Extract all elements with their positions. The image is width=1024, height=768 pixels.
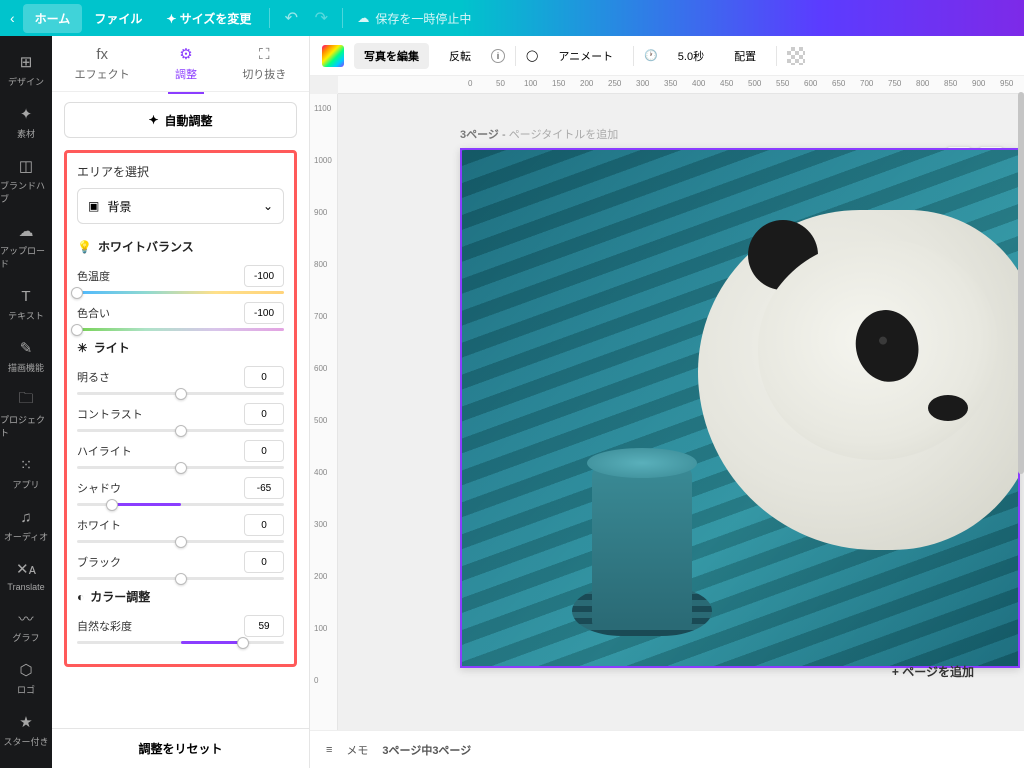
separator xyxy=(269,8,270,28)
slider-temperature[interactable]: 色温度-100 xyxy=(77,265,284,294)
file-button[interactable]: ファイル xyxy=(82,4,154,33)
rail-icon: ✕ᴀ xyxy=(16,559,36,579)
rail-item[interactable]: ⊞デザイン xyxy=(0,44,52,96)
rail-icon: ⊞ xyxy=(16,52,36,72)
background-icon: ▣ xyxy=(88,199,99,213)
rail-item[interactable]: 〰グラフ xyxy=(0,600,52,652)
drop-icon: ◐ xyxy=(77,590,84,604)
slider-contrast[interactable]: コントラスト0 xyxy=(77,403,284,432)
animate-icon: ◯ xyxy=(526,49,538,62)
rail-icon: 〰 xyxy=(16,608,36,628)
rail-item[interactable]: ◫ブランドハブ xyxy=(0,148,52,213)
rail-item[interactable]: ★スター付き xyxy=(0,704,52,756)
transparency-icon[interactable] xyxy=(787,47,805,65)
rail-item[interactable]: ♫オーディオ xyxy=(0,499,52,551)
rail-icon: 🗀 xyxy=(16,390,36,410)
side-rail: ⊞デザイン✦素材◫ブランドハブ☁アップロードTテキスト✎描画機能🗀プロジェクト⁙… xyxy=(0,36,52,768)
undo-icon[interactable]: ↶ xyxy=(276,8,306,28)
slider-highlight[interactable]: ハイライト0 xyxy=(77,440,284,469)
adjust-panel: fxエフェクト ⚙調整 ⛶切り抜き ✦自動調整 エリアを選択 ▣背景 ⌄ 💡ホワ… xyxy=(52,36,310,768)
page-title-row[interactable]: 3ページ - ページタイトルを追加 xyxy=(460,126,1020,142)
flip-button[interactable]: 反転 xyxy=(439,43,481,69)
clock-icon: 🕐 xyxy=(644,49,658,62)
rail-item[interactable]: ⬡ロゴ xyxy=(0,652,52,704)
back-icon[interactable]: ‹ xyxy=(10,10,15,26)
info-icon[interactable]: i xyxy=(491,49,505,63)
effect-icon: fx xyxy=(96,46,108,63)
cloud-icon: ☁ xyxy=(357,11,369,25)
tab-effect[interactable]: fxエフェクト xyxy=(63,40,142,88)
slider-white[interactable]: ホワイト0 xyxy=(77,514,284,543)
add-page-button[interactable]: + ページを追加 xyxy=(892,663,974,680)
panel-tabs: fxエフェクト ⚙調整 ⛶切り抜き xyxy=(52,36,309,92)
separator xyxy=(776,46,777,66)
position-button[interactable]: 配置 xyxy=(724,43,766,69)
topbar: ‹ ホーム ファイル ✦ サイズを変更 ↶ ↷ ☁保存を一時停止中 xyxy=(0,0,1024,36)
edit-photo-button[interactable]: 写真を編集 xyxy=(354,43,429,69)
canvas-image[interactable] xyxy=(462,150,1018,666)
light-title: ☀ライト xyxy=(77,339,284,356)
separator xyxy=(515,46,516,66)
page-canvas[interactable] xyxy=(460,148,1020,668)
rail-icon: T xyxy=(16,286,36,306)
resize-button[interactable]: ✦ サイズを変更 xyxy=(154,4,263,33)
crop-icon: ⛶ xyxy=(259,46,270,63)
tab-adjust[interactable]: ⚙調整 xyxy=(163,39,209,88)
whitebalance-title: 💡ホワイトバランス xyxy=(77,238,284,255)
page-counter[interactable]: 3ページ中3ページ xyxy=(382,742,471,758)
rail-item[interactable]: ☁アップロード xyxy=(0,213,52,278)
rail-icon: ⬡ xyxy=(16,660,36,680)
home-button[interactable]: ホーム xyxy=(23,4,83,33)
rail-icon: ✦ xyxy=(16,104,36,124)
slider-tint[interactable]: 色合い-100 xyxy=(77,302,284,331)
rail-item[interactable]: 🗀プロジェクト xyxy=(0,382,52,447)
memo-icon[interactable]: ≡ xyxy=(326,744,332,756)
separator xyxy=(342,8,343,28)
reset-adjust-button[interactable]: 調整をリセット xyxy=(52,728,309,768)
separator xyxy=(633,46,634,66)
panel-scrollbar[interactable] xyxy=(1018,92,1024,728)
sun-icon: ☀ xyxy=(77,341,88,355)
redo-icon[interactable]: ↷ xyxy=(306,8,336,28)
rail-item[interactable]: ⁙アプリ xyxy=(0,447,52,499)
auto-adjust-button[interactable]: ✦自動調整 xyxy=(64,102,297,138)
rail-icon: ☁ xyxy=(16,221,36,241)
canvas-workspace[interactable]: 0501001502002503003504004505005506006507… xyxy=(310,76,1024,730)
canvas-toolbar: 写真を編集 反転 i ◯ アニメート 🕐 5.0秒 配置 xyxy=(310,36,1024,76)
rail-icon: ★ xyxy=(16,712,36,732)
color-picker-button[interactable] xyxy=(322,45,344,67)
slider-brightness[interactable]: 明るさ0 xyxy=(77,366,284,395)
color-title: ◐カラー調整 xyxy=(77,588,284,605)
sparkle-icon: ✦ xyxy=(148,113,158,127)
animate-button[interactable]: アニメート xyxy=(548,43,623,69)
rail-icon: ◫ xyxy=(16,156,36,176)
canvas-area: 写真を編集 反転 i ◯ アニメート 🕐 5.0秒 配置 05010015020… xyxy=(310,36,1024,768)
rail-item[interactable]: ✕ᴀTranslate xyxy=(0,551,52,600)
tab-crop[interactable]: ⛶切り抜き xyxy=(230,40,298,88)
duration-button[interactable]: 5.0秒 xyxy=(668,43,714,69)
slider-vibrance[interactable]: 自然な彩度59 xyxy=(77,615,284,644)
slider-black[interactable]: ブラック0 xyxy=(77,551,284,580)
rail-icon: ♫ xyxy=(16,507,36,527)
save-status: ☁保存を一時停止中 xyxy=(357,10,471,27)
adjust-controls-highlight: エリアを選択 ▣背景 ⌄ 💡ホワイトバランス 色温度-100 色合い-100 ☀… xyxy=(64,150,297,667)
ruler-horizontal: 0501001502002503003504004505005506006507… xyxy=(338,76,1024,94)
rail-item[interactable]: ✎描画機能 xyxy=(0,330,52,382)
adjust-icon: ⚙ xyxy=(179,45,192,63)
area-select[interactable]: ▣背景 ⌄ xyxy=(77,188,284,224)
canvas-footer: ≡ メモ 3ページ中3ページ xyxy=(310,730,1024,768)
ruler-vertical: 110010009008007006005004003002001000 xyxy=(310,94,338,730)
memo-button[interactable]: メモ xyxy=(346,742,368,758)
slider-shadow[interactable]: シャドウ-65 xyxy=(77,477,284,506)
chevron-down-icon: ⌄ xyxy=(263,199,273,213)
area-select-label: エリアを選択 xyxy=(77,163,284,180)
rail-icon: ✎ xyxy=(16,338,36,358)
rail-item[interactable]: ✦素材 xyxy=(0,96,52,148)
bulb-icon: 💡 xyxy=(77,240,92,254)
rail-item[interactable]: Tテキスト xyxy=(0,278,52,330)
rail-icon: ⁙ xyxy=(16,455,36,475)
